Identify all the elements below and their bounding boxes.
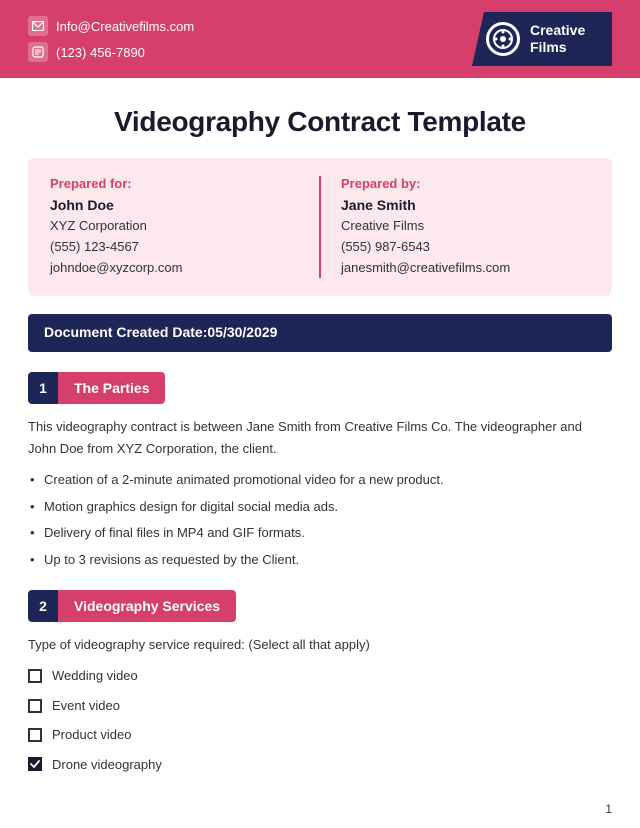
brand-block: Creative Films [472,12,612,66]
title-section: Videography Contract Template [0,78,640,158]
prepared-by-details: Creative Films (555) 987-6543 janesmith@… [341,216,590,278]
section-1-number: 1 [28,372,58,404]
email-icon [28,16,48,36]
section-1-body: This videography contract is between Jan… [28,416,612,570]
section-1-title: The Parties [58,372,165,404]
checkbox-item[interactable]: Drone videography [28,754,612,775]
prepared-by-col: Prepared by: Jane Smith Creative Films (… [319,176,590,278]
document-page: Info@Creativefilms.com (123) 456-7890 [0,0,640,828]
email-text: Info@Creativefilms.com [56,19,194,34]
checkbox-item[interactable]: Event video [28,695,612,716]
checkbox-label: Wedding video [52,665,138,686]
brand-name: Creative Films [530,22,585,56]
phone-text: (123) 456-7890 [56,45,145,60]
phone-icon [28,42,48,62]
prepared-for-details: XYZ Corporation (555) 123-4567 johndoe@x… [50,216,299,278]
checkbox-list: Wedding video Event video Product video Dro… [28,665,612,775]
checkbox-item[interactable]: Wedding video [28,665,612,686]
checkbox-box[interactable] [28,699,42,713]
date-bar-text: Document Created Date:05/30/2029 [44,324,277,340]
section-1: 1 The Parties This videography contract … [28,372,612,570]
checkbox-label: Product video [52,724,132,745]
checkbox-label: Event video [52,695,120,716]
section-2: 2 Videography Services Type of videograp… [28,590,612,775]
header: Info@Creativefilms.com (123) 456-7890 [0,0,640,78]
page-title: Videography Contract Template [32,106,608,138]
section-2-body: Type of videography service required: (S… [28,634,612,775]
email-contact: Info@Creativefilms.com [28,16,194,36]
checkbox-intro: Type of videography service required: (S… [28,634,612,655]
prepared-for-label: Prepared for: [50,176,299,191]
section-2-header: 2 Videography Services [28,590,612,622]
prepared-section: Prepared for: John Doe XYZ Corporation (… [28,158,612,296]
section-1-text: This videography contract is between Jan… [28,416,612,459]
checkbox-box[interactable] [28,728,42,742]
bullet-item: Creation of a 2-minute animated promotio… [28,469,612,490]
section-2-number: 2 [28,590,58,622]
checkbox-item[interactable]: Product video [28,724,612,745]
page-number: 1 [605,802,612,816]
prepared-for-col: Prepared for: John Doe XYZ Corporation (… [50,176,299,278]
section-1-header: 1 The Parties [28,372,612,404]
checkbox-box[interactable] [28,669,42,683]
film-reel-icon [486,22,520,56]
bullet-item: Up to 3 revisions as requested by the Cl… [28,549,612,570]
prepared-for-name: John Doe [50,197,299,213]
checkbox-box[interactable] [28,757,42,771]
section-1-bullets: Creation of a 2-minute animated promotio… [28,469,612,570]
bullet-item: Delivery of final files in MP4 and GIF f… [28,522,612,543]
checkbox-label: Drone videography [52,754,162,775]
prepared-by-label: Prepared by: [341,176,590,191]
phone-contact: (123) 456-7890 [28,42,194,62]
prepared-by-name: Jane Smith [341,197,590,213]
bullet-item: Motion graphics design for digital socia… [28,496,612,517]
section-2-title: Videography Services [58,590,236,622]
header-contact-info: Info@Creativefilms.com (123) 456-7890 [28,16,194,62]
date-bar: Document Created Date:05/30/2029 [28,314,612,352]
